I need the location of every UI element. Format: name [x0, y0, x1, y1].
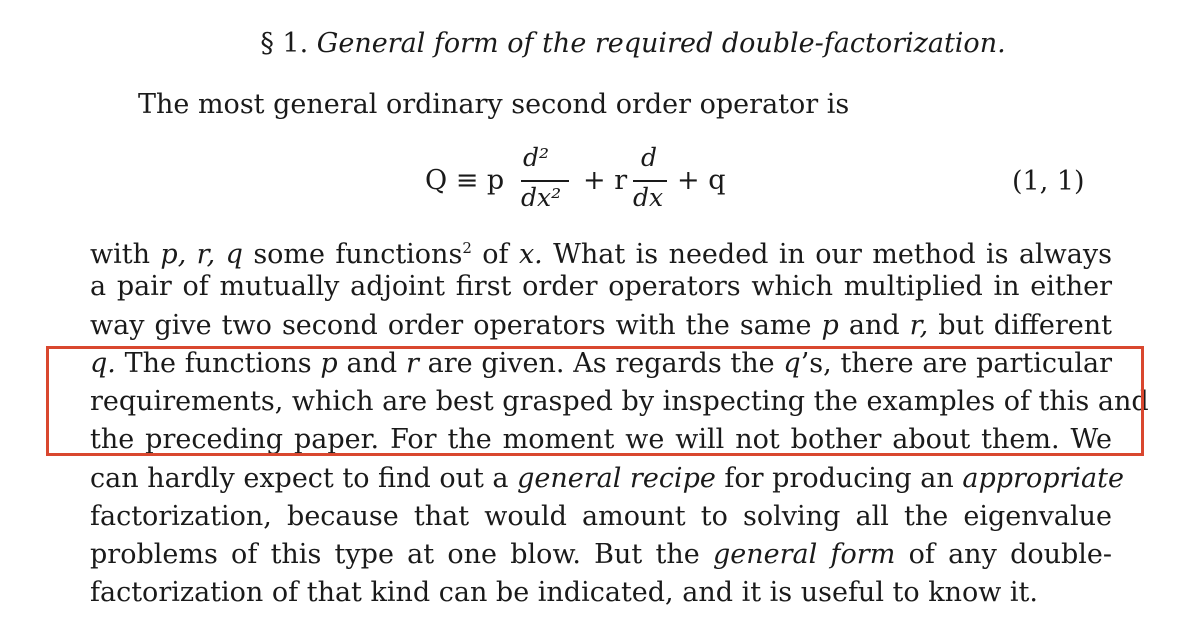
paragraph-line: way give two second order operators with… [90, 308, 1112, 344]
highlight-box [46, 346, 1144, 456]
text-run: factorization of that kind can be indica… [90, 577, 1038, 608]
equation-number: (1, 1) [1012, 166, 1085, 197]
intro-sentence: The most general ordinary second order o… [138, 89, 850, 120]
math-italic: p, r, q [160, 239, 243, 270]
paragraph-line: can hardly expect to find out a general … [90, 461, 1124, 497]
paragraph-line: a pair of mutually adjoint first order o… [90, 269, 1112, 305]
eq-plus-q: + q [677, 165, 726, 196]
text-run: problems of this type at one blow. But t… [90, 539, 714, 570]
text-run: What is needed in our method is always [542, 239, 1112, 270]
footnote-ref: 2 [462, 239, 472, 257]
eq-frac-bar-2 [633, 180, 667, 182]
paragraph-line: with p, r, q some functions2 of x. What … [90, 230, 1112, 273]
equation-1-1: Q ≡ p d² dx² + r d dx + q [425, 143, 755, 215]
math-italic: appropriate [962, 463, 1124, 494]
eq-frac-bar-1 [521, 180, 569, 182]
text-run: way give two second order operators with… [90, 310, 822, 341]
text-run: can hardly expect to find out a [90, 463, 518, 494]
eq-d2-denominator: dx² [521, 183, 562, 212]
section-heading: § 1. General form of the required double… [0, 28, 1200, 59]
text-run: of any double- [895, 539, 1113, 570]
section-title: General form of the required double-fact… [316, 28, 1006, 59]
text-run: but different [928, 310, 1112, 341]
math-italic: general form [713, 539, 896, 570]
paragraph-line: factorization, because that would amount… [90, 499, 1112, 535]
math-italic: x. [518, 239, 543, 270]
text-run: a pair of mutually adjoint first order o… [90, 271, 1112, 302]
eq-plus-r: + r [583, 165, 628, 196]
text-run: some functions [242, 239, 463, 270]
eq-d-denominator: dx [633, 183, 664, 212]
paragraph-line: factorization of that kind can be indica… [90, 575, 1112, 611]
math-italic: general recipe [517, 463, 716, 494]
eq-d2-numerator: d² [523, 143, 550, 172]
section-number: § 1. [260, 28, 309, 59]
text-run: with [90, 239, 161, 270]
paragraph-line: problems of this type at one blow. But t… [90, 537, 1112, 573]
eq-d-numerator: d [641, 143, 658, 172]
text-run: and [838, 310, 910, 341]
math-italic: p [821, 310, 839, 341]
text-run: of [471, 239, 519, 270]
eq-lhs: Q ≡ p [425, 165, 505, 196]
text-run: factorization, because that would amount… [90, 501, 1112, 532]
text-run: for producing an [715, 463, 963, 494]
paper-page: § 1. General form of the required double… [0, 0, 1200, 618]
math-italic: r, [909, 310, 929, 341]
